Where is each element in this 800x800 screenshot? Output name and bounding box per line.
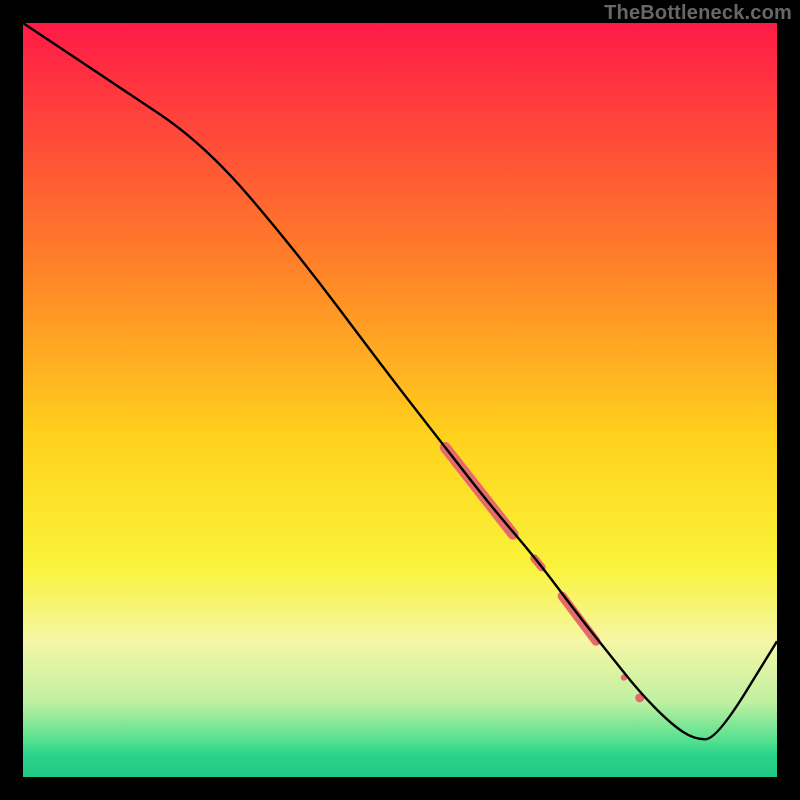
chart-frame: TheBottleneck.com: [0, 0, 800, 800]
watermark-text: TheBottleneck.com: [604, 2, 792, 25]
chart-plot-area: [23, 23, 777, 777]
gradient-background: [23, 23, 777, 777]
chart-svg: [23, 23, 777, 777]
